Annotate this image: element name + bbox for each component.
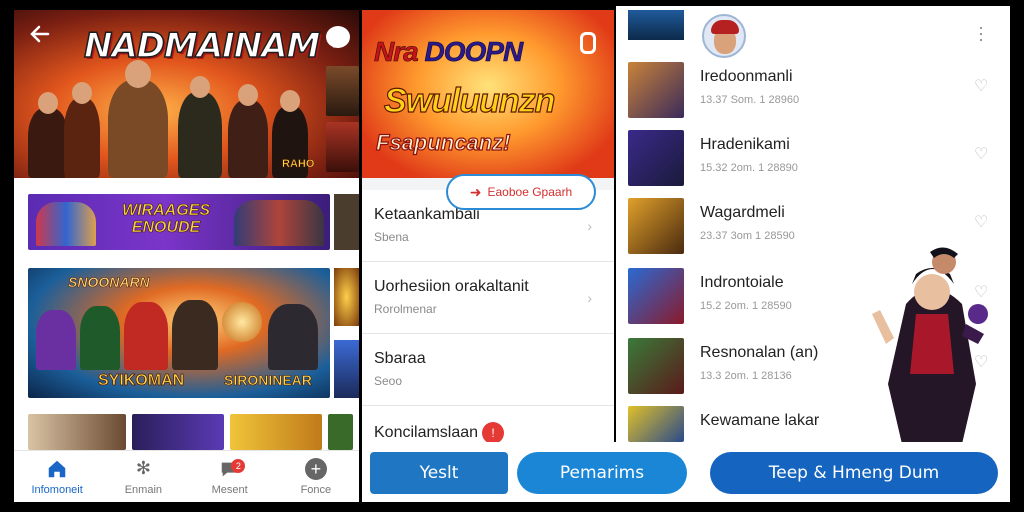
gear-icon: ✻ <box>135 458 151 478</box>
character-thumb <box>628 198 684 254</box>
nav-item-messages[interactable]: 2 Mesent <box>187 451 273 502</box>
avatar[interactable] <box>702 14 746 58</box>
list-item-title: Uorhesiion orakaltanit <box>374 278 529 295</box>
character-thumb <box>628 62 684 118</box>
nav-label: Infomoneit <box>31 483 83 496</box>
secondary-button[interactable]: Pemarims <box>517 452 687 494</box>
arrow-icon: ➜ <box>469 183 482 200</box>
list-item-title: Resnonalan (an) <box>700 344 819 361</box>
heart-icon[interactable]: ♡ <box>974 144 988 164</box>
event-hero-line3: Fsapuncanz! <box>375 129 511 155</box>
event-detail-panel: Nra DOOPN Swuluunzn Fsapuncanz! Ketaanka… <box>362 10 614 502</box>
list-item-title: Iredoonmanli <box>700 68 793 85</box>
list-item[interactable]: Uorhesiion orakaltanit Rorolmenar › <box>362 262 614 334</box>
tertiary-button[interactable]: Teep & Hmeng Dum <box>710 452 998 494</box>
event-hero-line1a: Nra <box>374 36 419 68</box>
list-item-subtitle: Sbena <box>374 230 409 244</box>
character-thumb <box>628 338 684 394</box>
list-item-subtitle: Rorolmenar <box>374 302 437 316</box>
game-thumb[interactable] <box>230 414 322 450</box>
list-item-subtitle: 15.2 2om. 1 28590 <box>700 300 792 312</box>
alert-badge: ! <box>482 422 505 444</box>
character-thumb <box>628 406 684 442</box>
promo-banner-1-text: WIRAAGES ENOUDE <box>122 202 211 237</box>
promo-banner-2-top: SNOONARN <box>68 274 150 291</box>
notification-badge: 2 <box>231 459 246 473</box>
hero-title: NADMAINAM <box>83 25 321 67</box>
plus-icon: + <box>304 457 327 480</box>
featured-hero-banner[interactable]: NADMAINAM RAHO <box>14 10 359 178</box>
promo-banner-2-bottom: SYIKOMAN <box>98 372 185 390</box>
game-thumb[interactable] <box>628 10 684 40</box>
nav-item-home[interactable]: Infomoneit <box>14 451 100 502</box>
list-item-title: Sbaraa <box>374 350 426 367</box>
list-item-title-text: Koncilamslaan <box>374 424 479 442</box>
heart-icon[interactable]: ♡ <box>974 76 988 96</box>
nav-label: Mesent <box>211 483 248 496</box>
event-hero-line2: Swuluunzn <box>383 81 556 120</box>
promo-banner-2-side[interactable] <box>334 268 359 398</box>
list-item[interactable]: Hradenikami 15.32 2om. 1 28890 ♡ <box>616 130 1010 190</box>
featured-character-art <box>872 247 988 444</box>
more-options-icon[interactable]: · · · <box>978 18 988 48</box>
promo-banner-2-bottom2: SIRONINEAR <box>224 372 313 389</box>
chevron-right-icon: › <box>587 290 592 306</box>
event-hero-line1: Nra DOOPN <box>374 36 524 68</box>
promo-banner-1-side[interactable] <box>334 194 359 250</box>
thumbnail-row <box>28 414 359 450</box>
primary-button[interactable]: Yeslt <box>370 452 508 494</box>
nav-label: Enmain <box>124 483 163 496</box>
heart-icon[interactable]: ♡ <box>974 212 988 232</box>
character-thumb <box>628 130 684 186</box>
list-item-subtitle: 23.37 3om 1 28590 <box>700 230 795 242</box>
nav-item-add[interactable]: + Fonce <box>273 451 359 502</box>
list-item-title: Hradenikami <box>700 136 790 153</box>
chevron-right-icon: › <box>587 218 592 234</box>
lock-icon[interactable] <box>580 32 596 54</box>
action-button-bar: Yeslt Pemarims Teep & Hmeng Dum <box>362 442 1010 502</box>
character-thumb <box>628 268 684 324</box>
event-options-list: Ketaankambali Sbena › Uorhesiion orakalt… <box>362 190 614 478</box>
list-item-subtitle: 13.3 2om. 1 28136 <box>700 370 792 382</box>
search-pill-button[interactable]: ➜ Eaoboe Gpaarh <box>446 174 596 210</box>
list-item-subtitle: Seoo <box>374 374 403 388</box>
home-icon <box>46 458 68 480</box>
list-item-subtitle: 13.37 Som. 1 28960 <box>700 94 800 106</box>
chat-bubble-icon[interactable] <box>326 26 350 48</box>
game-store-panel: NADMAINAM RAHO WIRAAGES ENOUDE SNOONARN <box>14 10 359 502</box>
list-item-title: Indrontoiale <box>700 274 784 291</box>
promo-banner-2[interactable]: SNOONARN SYIKOMAN SIRONINEAR <box>28 268 330 398</box>
hero-side-thumbs[interactable] <box>326 66 359 174</box>
hero-characters-art <box>28 60 318 178</box>
hero-badge: RAHO <box>282 158 315 171</box>
nav-item-settings[interactable]: ✻ Enmain <box>100 451 186 502</box>
search-pill-label: Eaoboe Gpaarh <box>487 185 573 199</box>
list-item-subtitle: 15.32 2om. 1 28890 <box>700 162 798 174</box>
game-thumb[interactable] <box>132 414 224 450</box>
back-arrow-icon[interactable] <box>28 22 56 50</box>
list-item-title: Kewamane lakar <box>700 412 820 429</box>
list-item[interactable]: Sbaraa Seoo <box>362 334 614 406</box>
game-thumb[interactable] <box>328 414 353 450</box>
event-hero-banner[interactable]: Nra DOOPN Swuluunzn Fsapuncanz! <box>362 10 614 178</box>
game-thumb[interactable] <box>28 414 126 450</box>
list-item-title: Wagardmeli <box>700 204 785 221</box>
event-hero-line1b: DOOPN <box>424 36 523 68</box>
nav-label: Fonce <box>300 483 332 496</box>
list-item-title: Koncilamslaan! <box>374 422 602 444</box>
list-item[interactable]: Iredoonmanli 13.37 Som. 1 28960 ♡ <box>616 62 1010 122</box>
bottom-navigation: Infomoneit ✻ Enmain 2 Mesent + Fonce <box>14 450 359 502</box>
promo-banner-1[interactable]: WIRAAGES ENOUDE <box>28 194 330 250</box>
character-list-panel: · · · Iredoonmanli 13.37 Som. 1 28960 ♡ Hr… <box>616 6 1010 502</box>
